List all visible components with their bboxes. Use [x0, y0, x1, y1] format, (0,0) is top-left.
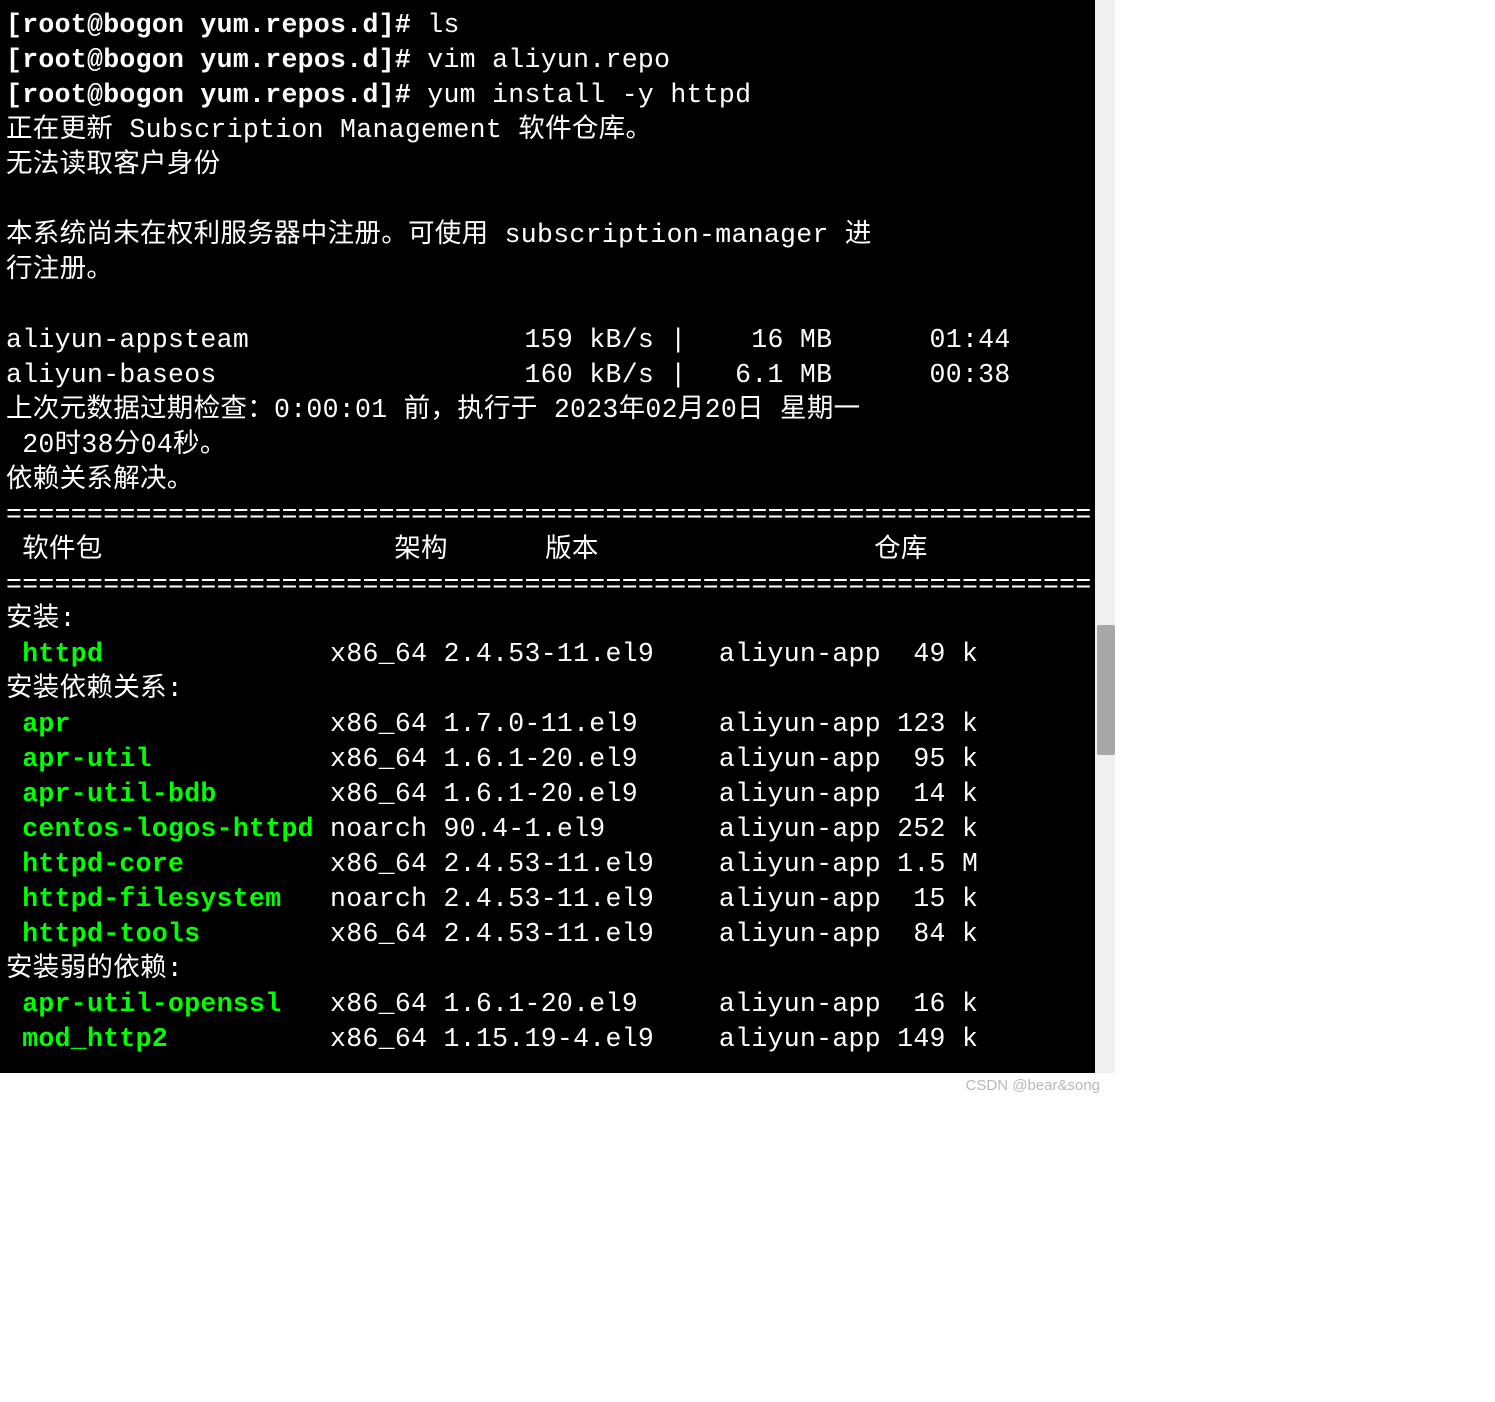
command-line-1: [root@bogon yum.repos.d]# vim aliyun.rep…: [6, 43, 1089, 78]
pkg-name-deps-5: httpd-filesystem: [22, 884, 314, 914]
pkg-name-deps-4: httpd-core: [22, 849, 314, 879]
blank-line: [6, 183, 1089, 218]
pkg-name-deps-3: centos-logos-httpd: [22, 814, 314, 844]
pkg-name-weak-0: apr-util-openssl: [22, 989, 314, 1019]
repo-download-0: aliyun-appsteam 159 kB/s | 16 MB 01:44: [6, 323, 1089, 358]
msg-not-registered-1: 本系统尚未在权利服务器中注册。可使用 subscription-manager …: [6, 218, 1089, 253]
pkg-name-deps-2: apr-util-bdb: [22, 779, 314, 809]
command-line-2: [root@bogon yum.repos.d]# yum install -y…: [6, 78, 1089, 113]
pkg-row-deps-0: apr x86_64 1.7.0-11.el9 aliyun-app 123 k: [6, 707, 1089, 742]
pkg-row-deps-3: centos-logos-httpd noarch 90.4-1.el9 ali…: [6, 812, 1089, 847]
msg-not-registered-2: 行注册。: [6, 253, 1089, 288]
scrollbar-track[interactable]: [1095, 0, 1115, 1073]
metadata-line-1: 上次元数据过期检查：0:00:01 前，执行于 2023年02月20日 星期一: [6, 393, 1089, 428]
pkg-row-deps-2: apr-util-bdb x86_64 1.6.1-20.el9 aliyun-…: [6, 777, 1089, 812]
msg-updating: 正在更新 Subscription Management 软件仓库。: [6, 113, 1089, 148]
pkg-name-deps-0: apr: [22, 709, 314, 739]
pkg-name-deps-1: apr-util: [22, 744, 314, 774]
table-header: 软件包 架构 版本 仓库 大小: [6, 533, 1089, 568]
msg-cannot-read: 无法读取客户身份: [6, 148, 1089, 183]
watermark-text: CSDN @bear&song: [966, 1077, 1100, 1094]
repo-download-1: aliyun-baseos 160 kB/s | 6.1 MB 00:38: [6, 358, 1089, 393]
pkg-name-deps-6: httpd-tools: [22, 919, 314, 949]
section-install: 安装:: [6, 602, 1089, 637]
command-line-0: [root@bogon yum.repos.d]# ls: [6, 8, 1089, 43]
pkg-row-deps-1: apr-util x86_64 1.6.1-20.el9 aliyun-app …: [6, 742, 1089, 777]
scrollbar-thumb[interactable]: [1097, 625, 1115, 755]
terminal-output[interactable]: [root@bogon yum.repos.d]# ls[root@bogon …: [0, 0, 1095, 1073]
table-divider-top: ========================================…: [6, 498, 1089, 533]
pkg-row-deps-5: httpd-filesystem noarch 2.4.53-11.el9 al…: [6, 882, 1089, 917]
table-divider-bottom: ========================================…: [6, 568, 1089, 603]
blank-line: [6, 288, 1089, 323]
pkg-name-install-0: httpd: [22, 639, 314, 669]
pkg-row-install-0: httpd x86_64 2.4.53-11.el9 aliyun-app 49…: [6, 637, 1089, 672]
deps-resolved: 依赖关系解决。: [6, 463, 1089, 498]
section-weak: 安装弱的依赖:: [6, 952, 1089, 987]
pkg-row-weak-1: mod_http2 x86_64 1.15.19-4.el9 aliyun-ap…: [6, 1022, 1089, 1057]
pkg-row-weak-0: apr-util-openssl x86_64 1.6.1-20.el9 ali…: [6, 987, 1089, 1022]
pkg-name-weak-1: mod_http2: [22, 1024, 314, 1054]
pkg-row-deps-6: httpd-tools x86_64 2.4.53-11.el9 aliyun-…: [6, 917, 1089, 952]
pkg-row-deps-4: httpd-core x86_64 2.4.53-11.el9 aliyun-a…: [6, 847, 1089, 882]
metadata-line-2: 20时38分04秒。: [6, 428, 1089, 463]
section-deps: 安装依赖关系:: [6, 672, 1089, 707]
